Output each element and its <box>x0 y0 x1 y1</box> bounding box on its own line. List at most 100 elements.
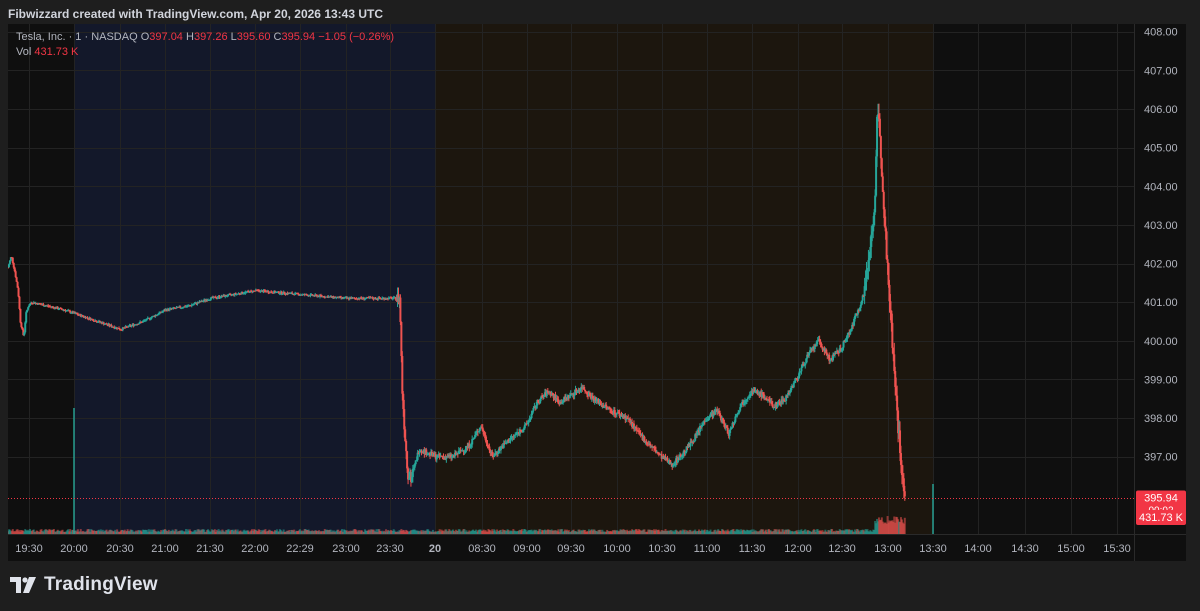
y-tick-label: 404.00 <box>1144 181 1178 193</box>
x-tick-label: 23:30 <box>376 543 404 555</box>
x-tick-label: 20:30 <box>106 543 134 555</box>
candle-body-down <box>60 308 63 310</box>
candle-body-up <box>568 395 571 399</box>
candle-body-down <box>903 491 906 497</box>
candle-body-up <box>523 424 526 429</box>
volume-bar <box>903 517 906 534</box>
candle-body-down <box>18 296 21 309</box>
x-tick-label: 10:30 <box>648 543 676 555</box>
x-tick-label: 21:30 <box>196 543 224 555</box>
candle-body-down <box>401 356 404 394</box>
chart-frame[interactable]: 397.00 398.00 399.00 400.00 401.00 402.00 403.… <box>8 24 1186 561</box>
x-tick-label: 08:30 <box>468 543 496 555</box>
candle-body-down <box>14 271 17 278</box>
y-tick-label: 408.00 <box>1144 27 1178 39</box>
candle-body-up <box>800 367 803 372</box>
candle-body-down <box>726 427 729 434</box>
x-tick-label: 09:00 <box>513 543 541 555</box>
last-price-value: 395.94 <box>1144 493 1178 505</box>
x-tick-label: 19:30 <box>15 543 43 555</box>
x-tick-label: 22:29 <box>286 543 314 555</box>
high-label: H <box>186 31 194 43</box>
open-value: 397.04 <box>149 31 183 43</box>
candle-body-down <box>404 429 407 442</box>
volume-label: Vol <box>16 46 32 58</box>
x-tick-label: 11:30 <box>739 543 766 555</box>
candle-body-down <box>403 409 406 430</box>
x-tick-label: 21:00 <box>151 543 179 555</box>
candle-body-down <box>400 322 403 357</box>
volume-spike-regular <box>932 484 934 534</box>
x-tick-label: 09:30 <box>557 543 585 555</box>
y-tick-label: 398.00 <box>1144 413 1178 425</box>
ohlc-legend: Tesla, Inc. · 1 · NASDAQ O397.04 H397.26… <box>16 30 394 60</box>
x-tick-label: 13:00 <box>874 543 902 555</box>
tradingview-brand-text: TradingView <box>44 574 158 595</box>
x-tick-label: 10:00 <box>603 543 631 555</box>
price-chart[interactable]: 397.00 398.00 399.00 400.00 401.00 402.00 403.… <box>8 24 1186 561</box>
tradingview-logo-icon <box>10 577 36 593</box>
candle-body-down <box>878 118 881 137</box>
candle-body-down <box>19 308 22 323</box>
x-tick-label: 12:30 <box>828 543 856 555</box>
close-value: 395.94 <box>281 31 316 43</box>
candle-body-down <box>891 322 894 348</box>
candle-body-up <box>471 439 474 445</box>
tradingview-logo[interactable]: TradingView <box>10 574 158 596</box>
candle-body-up <box>28 305 31 308</box>
candle-body-up <box>876 116 879 157</box>
x-tick-label: 22:00 <box>241 543 269 555</box>
x-tick-label: 14:00 <box>964 543 992 555</box>
y-tick-label: 402.00 <box>1144 259 1178 271</box>
x-tick-label: 20 <box>429 543 441 555</box>
low-value: 395.60 <box>236 31 271 43</box>
candle-body-down <box>8 267 9 269</box>
candle-body-down <box>406 451 409 469</box>
volume-tag-value: 431.73 K <box>1139 512 1184 524</box>
y-tick-label: 399.00 <box>1144 374 1178 386</box>
y-tick-label: 400.00 <box>1144 336 1178 348</box>
candle-body-up <box>804 363 807 366</box>
candle-body-down <box>17 287 20 297</box>
candle-body-down <box>828 354 831 361</box>
y-tick-label: 397.00 <box>1144 452 1178 464</box>
candle-body-up <box>435 457 438 460</box>
candle-body-down <box>399 297 402 323</box>
volume-value: 431.73 K <box>34 46 79 58</box>
y-tick-label: 401.00 <box>1144 297 1178 309</box>
x-tick-label: 23:00 <box>332 543 360 555</box>
candle-body-down <box>20 322 23 328</box>
candle-body-down <box>885 231 888 260</box>
candle-body-up <box>25 312 28 323</box>
y-tick-label: 405.00 <box>1144 143 1178 155</box>
candle-body-down <box>405 441 408 452</box>
candle-body-down <box>11 257 14 264</box>
candle-body-up <box>182 307 185 309</box>
x-tick-label: 14:30 <box>1011 543 1039 555</box>
candle-body-up <box>740 403 743 408</box>
x-tick-label: 15:30 <box>1103 543 1131 555</box>
candle-body-up <box>708 417 711 419</box>
candle-body-down <box>584 389 587 392</box>
volume-spike-premarket <box>73 408 75 534</box>
x-tick-label: 13:30 <box>919 543 947 555</box>
y-tick-label: 406.00 <box>1144 104 1178 116</box>
candle-body-down <box>882 191 885 210</box>
candle-body-down <box>635 427 638 431</box>
x-tick-label: 11:00 <box>694 543 721 555</box>
candle-body-up <box>8 264 10 268</box>
open-label: O <box>140 31 150 43</box>
symbol-label[interactable]: Tesla, Inc. · 1 · NASDAQ <box>16 31 138 43</box>
candle-body-down <box>15 277 18 282</box>
candle-body-up <box>24 322 27 333</box>
candle-body-up <box>281 293 284 295</box>
y-tick-label: 403.00 <box>1144 220 1178 232</box>
candle-body-up <box>874 195 877 213</box>
candle-body-down <box>783 399 786 401</box>
high-value: 397.26 <box>193 31 228 43</box>
x-tick-label: 15:00 <box>1057 543 1085 555</box>
chart-header-title: Fibwizzard created with TradingView.com,… <box>8 7 384 21</box>
y-tick-label: 407.00 <box>1144 65 1178 77</box>
candle-body-down <box>881 176 884 192</box>
candle-body-down <box>820 343 823 347</box>
